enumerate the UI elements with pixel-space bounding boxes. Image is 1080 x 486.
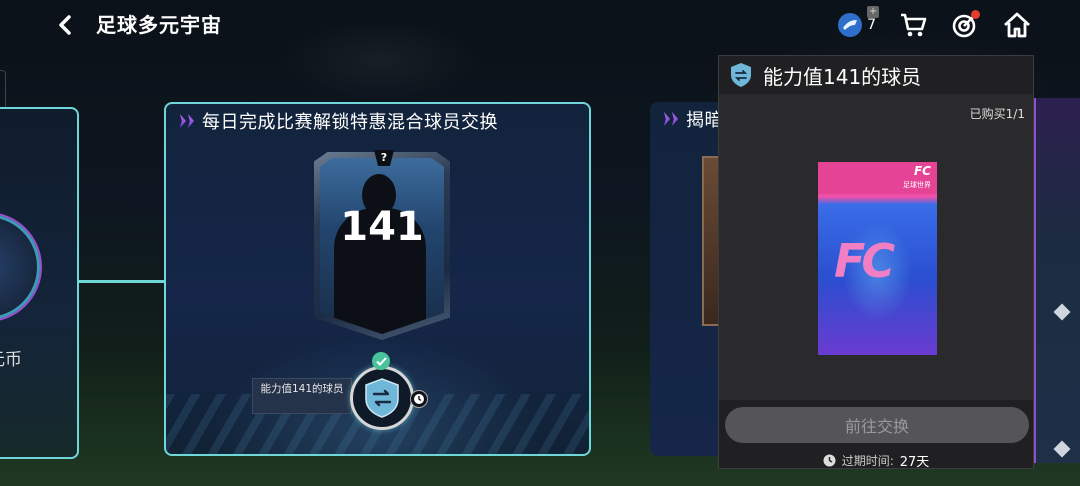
left-event-card[interactable]: 元币 0: [0, 107, 79, 459]
cart-icon: [901, 13, 927, 37]
pack-brand: FC: [913, 164, 931, 178]
shop-button[interactable]: [898, 10, 928, 40]
reward-label: 能力值141的球员: [252, 378, 352, 414]
boot-badge-icon: [0, 214, 40, 320]
reward-detail-popup: 能力值141的球员 已购买1/1 FC 足球世界 FC 前往交换 过期时间: 2…: [718, 55, 1034, 470]
mystery-player-card[interactable]: 141: [314, 152, 450, 340]
notification-dot: [971, 10, 980, 19]
go-exchange-button[interactable]: 前往交换: [725, 407, 1029, 443]
top-icons: + 7: [837, 6, 1032, 42]
objectives-button[interactable]: [950, 10, 980, 40]
expiry-info: 过期时间: 27天: [719, 451, 1033, 470]
pack-subtitle: 足球世界: [903, 181, 931, 189]
back-button[interactable]: [50, 10, 80, 40]
player-card-art: 141: [320, 158, 444, 334]
far-right-cards: [1034, 98, 1080, 463]
clock-icon: [410, 390, 428, 408]
token-icon: [838, 13, 863, 37]
player-rating: 141: [340, 204, 424, 250]
home-icon: [1004, 12, 1030, 38]
right-card-header: 揭暗: [664, 106, 723, 132]
purchase-limit: 已购买1/1: [969, 107, 1025, 121]
page-title: 足球多元宇宙: [96, 13, 222, 37]
left-card-reward-name: 元币: [0, 350, 22, 370]
popup-title: 能力值141的球员: [763, 64, 922, 89]
back-arrow-icon: [59, 15, 71, 35]
token-counter[interactable]: + 7: [837, 6, 880, 38]
reward-item-button[interactable]: [350, 366, 414, 430]
exchange-shield-icon: [731, 63, 751, 87]
exchange-shield-icon: [365, 378, 399, 418]
check-icon: [372, 352, 390, 370]
token-plus-button[interactable]: +: [867, 6, 880, 18]
main-card-header: 每日完成比赛解锁特惠混合球员交换: [180, 108, 498, 134]
popup-header: 能力值141的球员: [719, 56, 1033, 94]
expiry-label: 过期时间:: [841, 454, 894, 468]
gem-icon: [1053, 303, 1071, 321]
card-connector: [78, 280, 166, 283]
main-card-title: 每日完成比赛解锁特惠混合球员交换: [202, 112, 498, 133]
token-count: 7: [867, 17, 876, 33]
main-event-card[interactable]: 每日完成比赛解锁特惠混合球员交换 141 ? 能力值141的球员: [164, 102, 591, 456]
fc-pack-image: FC 足球世界 FC: [818, 162, 937, 355]
clock-icon: [823, 454, 836, 467]
chevron-marks-icon: [664, 112, 678, 126]
pack-logo: FC: [834, 234, 895, 288]
chevron-marks-icon: [180, 114, 194, 128]
expiry-days: 27天: [899, 455, 930, 470]
home-button[interactable]: [1002, 10, 1032, 40]
gem-icon: [1053, 440, 1071, 458]
top-bar: 足球多元宇宙 + 7: [0, 0, 1080, 50]
